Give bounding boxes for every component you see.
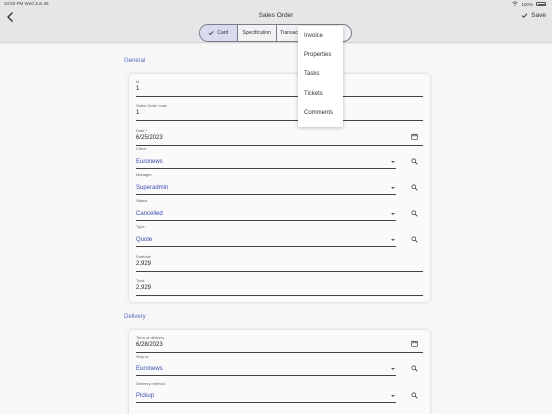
chevron-down-icon[interactable] [391,395,395,397]
menu-item-tickets[interactable]: Tickets [304,91,323,97]
field-value: Cancelled [136,211,163,217]
field-underline [136,96,423,97]
field-underline [136,194,396,195]
calendar-icon[interactable] [411,340,418,347]
field-value: 2,929 [136,285,152,291]
field-underline [136,246,396,247]
field-label: Ship to [136,354,149,359]
section-title-delivery: Delivery [124,314,146,320]
field-value: Pickup [136,393,155,399]
wifi-icon [512,1,519,7]
field-label: Client [136,146,147,151]
save-label: Save [531,12,546,19]
field-value: 1 [136,110,140,116]
field-underline [136,271,423,272]
chevron-down-icon[interactable] [391,161,395,163]
field-value: 1 [136,86,140,92]
field-value: 2,929 [136,261,152,267]
field-value: 6/28/2023 [136,342,163,348]
field-underline [136,120,423,121]
field-underline [136,168,396,169]
menu-item-invoice[interactable]: Invoice [304,33,323,39]
field-underline [136,295,423,296]
section-title-general: General [124,58,146,64]
chevron-down-icon[interactable] [391,368,395,370]
chevron-down-icon[interactable] [391,213,395,215]
tab-label: Card [217,30,229,36]
field-underline [136,352,423,353]
field-label: Delivery method [136,381,165,386]
field-value: 6/25/2023 [136,135,163,141]
chevron-down-icon[interactable] [391,187,395,189]
tab-label: Specification [242,30,271,36]
tab-specification[interactable]: Specification [238,25,277,41]
check-icon [521,13,528,18]
status-bar: 10:50 PM Wed Jun 28 100% [0,0,552,8]
status-right: 100% [512,1,546,7]
menu-item-tasks[interactable]: Tasks [304,71,319,77]
field-label: Term of delivery [136,335,165,340]
battery-percent: 100% [521,1,533,7]
header-bar: Sales Order Save Card Specification Tran… [0,8,552,43]
menu-item-properties[interactable]: Properties [304,52,331,58]
search-icon[interactable] [411,236,418,243]
field-label: Id [136,79,140,84]
field-underline [136,375,396,376]
search-icon[interactable] [411,365,418,372]
field-underline [136,220,396,221]
field-underline [136,402,396,403]
chevron-down-icon[interactable] [391,239,395,241]
field-value: Superadmin [136,185,169,191]
field-label: Date * [136,128,148,133]
general-card: Id 1 Sales Order code 1 Date * 6/25/2023… [129,74,430,302]
battery-icon [536,2,546,6]
status-time: 10:50 PM [4,1,24,6]
calendar-icon[interactable] [411,133,418,140]
status-time-date: 10:50 PM Wed Jun 28 [4,1,48,6]
save-button[interactable]: Save [521,12,546,19]
tab-card[interactable]: Card [200,25,238,41]
field-value: Euronews [136,366,163,372]
field-label: Total [136,278,145,283]
field-underline [136,145,423,146]
status-date: Wed Jun 28 [24,1,49,6]
field-label: Sales Order code [136,103,168,108]
search-icon[interactable] [411,184,418,191]
field-value: Euronews [136,159,163,165]
field-value: Quote [136,237,153,243]
page-title: Sales Order [258,12,294,19]
tab-label: Transac [279,30,298,36]
check-icon [208,31,214,36]
more-tabs-menu: Invoice Properties Tasks Tickets Comment… [298,26,343,127]
field-label: Manager [136,172,152,177]
search-icon[interactable] [411,392,418,399]
menu-item-comments[interactable]: Comments [304,110,333,116]
search-icon[interactable] [411,210,418,217]
field-label: Subtotal [136,254,151,259]
field-label: Status [136,198,148,203]
field-label: Type [136,224,145,229]
delivery-card: Term of delivery 6/28/2023 Ship to Euron… [129,330,430,414]
search-icon[interactable] [411,158,418,165]
main-content[interactable]: General Id 1 Sales Order code 1 Date * 6… [0,44,552,414]
